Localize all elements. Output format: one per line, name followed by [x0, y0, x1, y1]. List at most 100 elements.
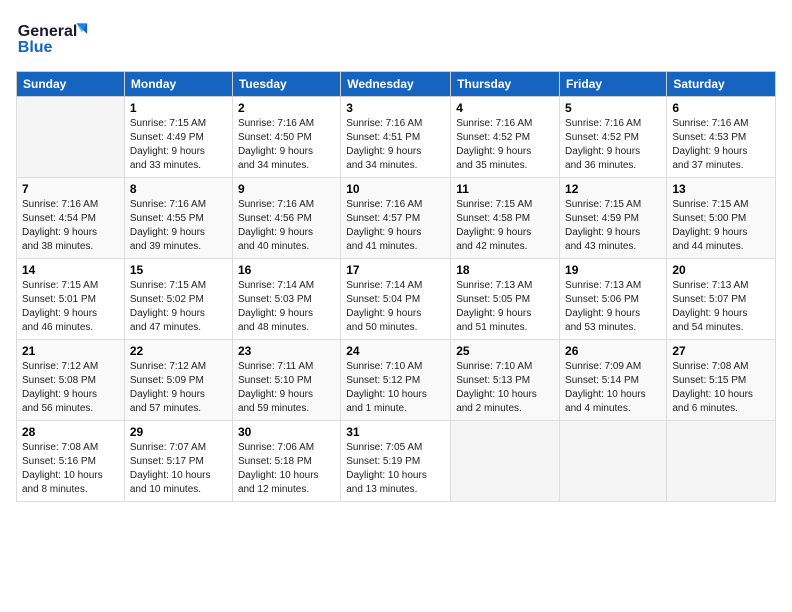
- day-cell: 15 Sunrise: 7:15 AM Sunset: 5:02 PM Dayli…: [124, 259, 232, 340]
- day-cell: 26Sunrise: 7:09 AM Sunset: 5:14 PM Dayli…: [560, 340, 667, 421]
- day-number: 5: [565, 101, 661, 115]
- day-number: 2: [238, 101, 335, 115]
- week-row-5: 28 Sunrise: 7:08 AM Sunset: 5:16 PM Dayli…: [17, 421, 776, 502]
- day-number: 9: [238, 182, 335, 196]
- day-cell: 22 Sunrise: 7:12 AM Sunset: 5:09 PM Dayli…: [124, 340, 232, 421]
- day-info: Sunrise: 7:10 AM Sunset: 5:12 PM Dayligh…: [346, 360, 445, 416]
- day-cell: 16Sunrise: 7:14 AM Sunset: 5:03 PM Dayli…: [232, 259, 340, 340]
- day-cell: 17Sunrise: 7:14 AM Sunset: 5:04 PM Dayli…: [341, 259, 451, 340]
- day-info: Sunrise: 7:16 AM Sunset: 4:52 PM Dayligh…: [565, 117, 661, 173]
- day-cell: [667, 421, 776, 502]
- day-number: 8: [130, 182, 227, 196]
- day-number: 12: [565, 182, 661, 196]
- day-number: 23: [238, 344, 335, 358]
- day-cell: 18Sunrise: 7:13 AM Sunset: 5:05 PM Dayli…: [451, 259, 560, 340]
- day-number: 24: [346, 344, 445, 358]
- day-cell: 30 Sunrise: 7:06 AM Sunset: 5:18 PM Dayli…: [232, 421, 340, 502]
- col-header-tuesday: Tuesday: [232, 72, 340, 97]
- day-cell: 5 Sunrise: 7:16 AM Sunset: 4:52 PM Daylig…: [560, 97, 667, 178]
- day-info: Sunrise: 7:16 AM Sunset: 4:51 PM Dayligh…: [346, 117, 445, 173]
- day-info: Sunrise: 7:07 AM Sunset: 5:17 PM Dayligh…: [130, 441, 227, 497]
- day-cell: 20 Sunrise: 7:13 AM Sunset: 5:07 PM Dayli…: [667, 259, 776, 340]
- day-cell: 2 Sunrise: 7:16 AM Sunset: 4:50 PM Daylig…: [232, 97, 340, 178]
- col-header-thursday: Thursday: [451, 72, 560, 97]
- day-number: 14: [22, 263, 119, 277]
- day-cell: 27Sunrise: 7:08 AM Sunset: 5:15 PM Dayli…: [667, 340, 776, 421]
- day-info: Sunrise: 7:16 AM Sunset: 4:53 PM Dayligh…: [672, 117, 770, 173]
- day-cell: 14 Sunrise: 7:15 AM Sunset: 5:01 PM Dayli…: [17, 259, 125, 340]
- day-info: Sunrise: 7:15 AM Sunset: 4:49 PM Dayligh…: [130, 117, 227, 173]
- day-cell: 24 Sunrise: 7:10 AM Sunset: 5:12 PM Dayli…: [341, 340, 451, 421]
- col-header-friday: Friday: [560, 72, 667, 97]
- day-info: Sunrise: 7:12 AM Sunset: 5:09 PM Dayligh…: [130, 360, 227, 416]
- day-info: Sunrise: 7:09 AM Sunset: 5:14 PM Dayligh…: [565, 360, 661, 416]
- day-info: Sunrise: 7:13 AM Sunset: 5:05 PM Dayligh…: [456, 279, 554, 335]
- day-cell: 23 Sunrise: 7:11 AM Sunset: 5:10 PM Dayli…: [232, 340, 340, 421]
- day-number: 25: [456, 344, 554, 358]
- day-info: Sunrise: 7:13 AM Sunset: 5:07 PM Dayligh…: [672, 279, 770, 335]
- day-number: 20: [672, 263, 770, 277]
- day-number: 3: [346, 101, 445, 115]
- week-row-1: 1Sunrise: 7:15 AM Sunset: 4:49 PM Daylig…: [17, 97, 776, 178]
- day-info: Sunrise: 7:08 AM Sunset: 5:15 PM Dayligh…: [672, 360, 770, 416]
- day-number: 10: [346, 182, 445, 196]
- day-info: Sunrise: 7:15 AM Sunset: 4:58 PM Dayligh…: [456, 198, 554, 254]
- svg-text:Blue: Blue: [18, 39, 53, 56]
- day-cell: 6 Sunrise: 7:16 AM Sunset: 4:53 PM Daylig…: [667, 97, 776, 178]
- day-cell: 9Sunrise: 7:16 AM Sunset: 4:56 PM Daylig…: [232, 178, 340, 259]
- day-cell: 19 Sunrise: 7:13 AM Sunset: 5:06 PM Dayli…: [560, 259, 667, 340]
- col-header-wednesday: Wednesday: [341, 72, 451, 97]
- day-cell: 29 Sunrise: 7:07 AM Sunset: 5:17 PM Dayli…: [124, 421, 232, 502]
- day-info: Sunrise: 7:08 AM Sunset: 5:16 PM Dayligh…: [22, 441, 119, 497]
- day-number: 17: [346, 263, 445, 277]
- day-number: 6: [672, 101, 770, 115]
- day-info: Sunrise: 7:14 AM Sunset: 5:03 PM Dayligh…: [238, 279, 335, 335]
- day-cell: 3 Sunrise: 7:16 AM Sunset: 4:51 PM Daylig…: [341, 97, 451, 178]
- day-number: 28: [22, 425, 119, 439]
- header: General Blue: [16, 16, 776, 61]
- day-number: 15: [130, 263, 227, 277]
- day-info: Sunrise: 7:16 AM Sunset: 4:54 PM Dayligh…: [22, 198, 119, 254]
- calendar-table: SundayMondayTuesdayWednesdayThursdayFrid…: [16, 71, 776, 502]
- day-cell: [560, 421, 667, 502]
- day-cell: 10 Sunrise: 7:16 AM Sunset: 4:57 PM Dayli…: [341, 178, 451, 259]
- day-info: Sunrise: 7:16 AM Sunset: 4:55 PM Dayligh…: [130, 198, 227, 254]
- svg-text:General: General: [18, 23, 78, 40]
- day-number: 22: [130, 344, 227, 358]
- col-header-saturday: Saturday: [667, 72, 776, 97]
- day-number: 29: [130, 425, 227, 439]
- logo-svg: General Blue: [16, 16, 96, 61]
- day-number: 4: [456, 101, 554, 115]
- day-cell: 1Sunrise: 7:15 AM Sunset: 4:49 PM Daylig…: [124, 97, 232, 178]
- week-row-3: 14 Sunrise: 7:15 AM Sunset: 5:01 PM Dayli…: [17, 259, 776, 340]
- day-info: Sunrise: 7:05 AM Sunset: 5:19 PM Dayligh…: [346, 441, 445, 497]
- day-cell: 4Sunrise: 7:16 AM Sunset: 4:52 PM Daylig…: [451, 97, 560, 178]
- day-info: Sunrise: 7:16 AM Sunset: 4:50 PM Dayligh…: [238, 117, 335, 173]
- day-info: Sunrise: 7:15 AM Sunset: 5:01 PM Dayligh…: [22, 279, 119, 335]
- day-cell: 25Sunrise: 7:10 AM Sunset: 5:13 PM Dayli…: [451, 340, 560, 421]
- day-info: Sunrise: 7:06 AM Sunset: 5:18 PM Dayligh…: [238, 441, 335, 497]
- day-number: 19: [565, 263, 661, 277]
- day-number: 11: [456, 182, 554, 196]
- logo: General Blue: [16, 16, 96, 61]
- day-info: Sunrise: 7:15 AM Sunset: 5:00 PM Dayligh…: [672, 198, 770, 254]
- col-header-sunday: Sunday: [17, 72, 125, 97]
- day-info: Sunrise: 7:15 AM Sunset: 4:59 PM Dayligh…: [565, 198, 661, 254]
- day-info: Sunrise: 7:15 AM Sunset: 5:02 PM Dayligh…: [130, 279, 227, 335]
- day-info: Sunrise: 7:12 AM Sunset: 5:08 PM Dayligh…: [22, 360, 119, 416]
- day-number: 7: [22, 182, 119, 196]
- day-number: 13: [672, 182, 770, 196]
- header-row: SundayMondayTuesdayWednesdayThursdayFrid…: [17, 72, 776, 97]
- day-cell: 8 Sunrise: 7:16 AM Sunset: 4:55 PM Daylig…: [124, 178, 232, 259]
- day-info: Sunrise: 7:16 AM Sunset: 4:57 PM Dayligh…: [346, 198, 445, 254]
- day-cell: [451, 421, 560, 502]
- day-cell: 21 Sunrise: 7:12 AM Sunset: 5:08 PM Dayli…: [17, 340, 125, 421]
- day-number: 30: [238, 425, 335, 439]
- day-number: 21: [22, 344, 119, 358]
- day-info: Sunrise: 7:13 AM Sunset: 5:06 PM Dayligh…: [565, 279, 661, 335]
- day-cell: 13 Sunrise: 7:15 AM Sunset: 5:00 PM Dayli…: [667, 178, 776, 259]
- day-cell: 7 Sunrise: 7:16 AM Sunset: 4:54 PM Daylig…: [17, 178, 125, 259]
- day-info: Sunrise: 7:11 AM Sunset: 5:10 PM Dayligh…: [238, 360, 335, 416]
- day-cell: 12 Sunrise: 7:15 AM Sunset: 4:59 PM Dayli…: [560, 178, 667, 259]
- day-cell: 31Sunrise: 7:05 AM Sunset: 5:19 PM Dayli…: [341, 421, 451, 502]
